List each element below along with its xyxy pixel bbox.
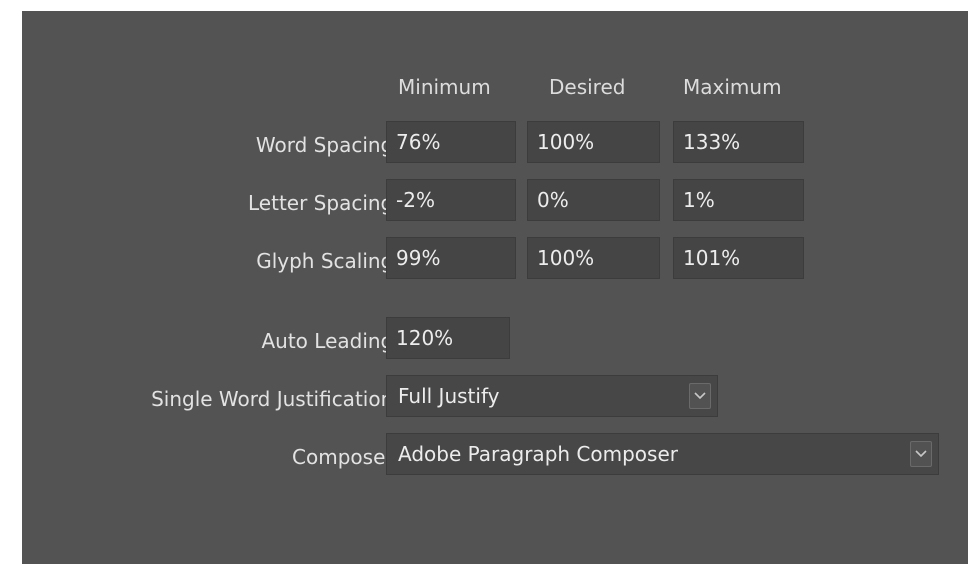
word-spacing-desired-field[interactable]: 100% [527,121,660,163]
composer-label: Composer: [292,445,400,469]
auto-leading-label: Auto Leading: [261,329,400,353]
letter-spacing-desired-field[interactable]: 0% [527,179,660,221]
justification-panel: Minimum Desired Maximum Word Spacing: 76… [22,11,968,564]
glyph-scaling-desired-field[interactable]: 100% [527,237,660,279]
column-header-maximum: Maximum [683,75,782,99]
column-header-desired: Desired [549,75,626,99]
glyph-scaling-minimum-field[interactable]: 99% [386,237,516,279]
chevron-down-icon[interactable] [689,383,711,409]
letter-spacing-minimum-field[interactable]: -2% [386,179,516,221]
single-word-justification-label: Single Word Justification: [151,387,400,411]
composer-value: Adobe Paragraph Composer [398,442,678,466]
single-word-justification-value: Full Justify [398,384,500,408]
word-spacing-label: Word Spacing: [255,133,400,157]
chevron-down-icon[interactable] [910,441,932,467]
glyph-scaling-label: Glyph Scaling: [256,249,400,273]
glyph-scaling-maximum-field[interactable]: 101% [673,237,804,279]
auto-leading-field[interactable]: 120% [386,317,510,359]
word-spacing-maximum-field[interactable]: 133% [673,121,804,163]
letter-spacing-label: Letter Spacing: [248,191,400,215]
column-header-minimum: Minimum [398,75,491,99]
composer-select[interactable]: Adobe Paragraph Composer [386,433,939,475]
letter-spacing-maximum-field[interactable]: 1% [673,179,804,221]
single-word-justification-select[interactable]: Full Justify [386,375,718,417]
word-spacing-minimum-field[interactable]: 76% [386,121,516,163]
